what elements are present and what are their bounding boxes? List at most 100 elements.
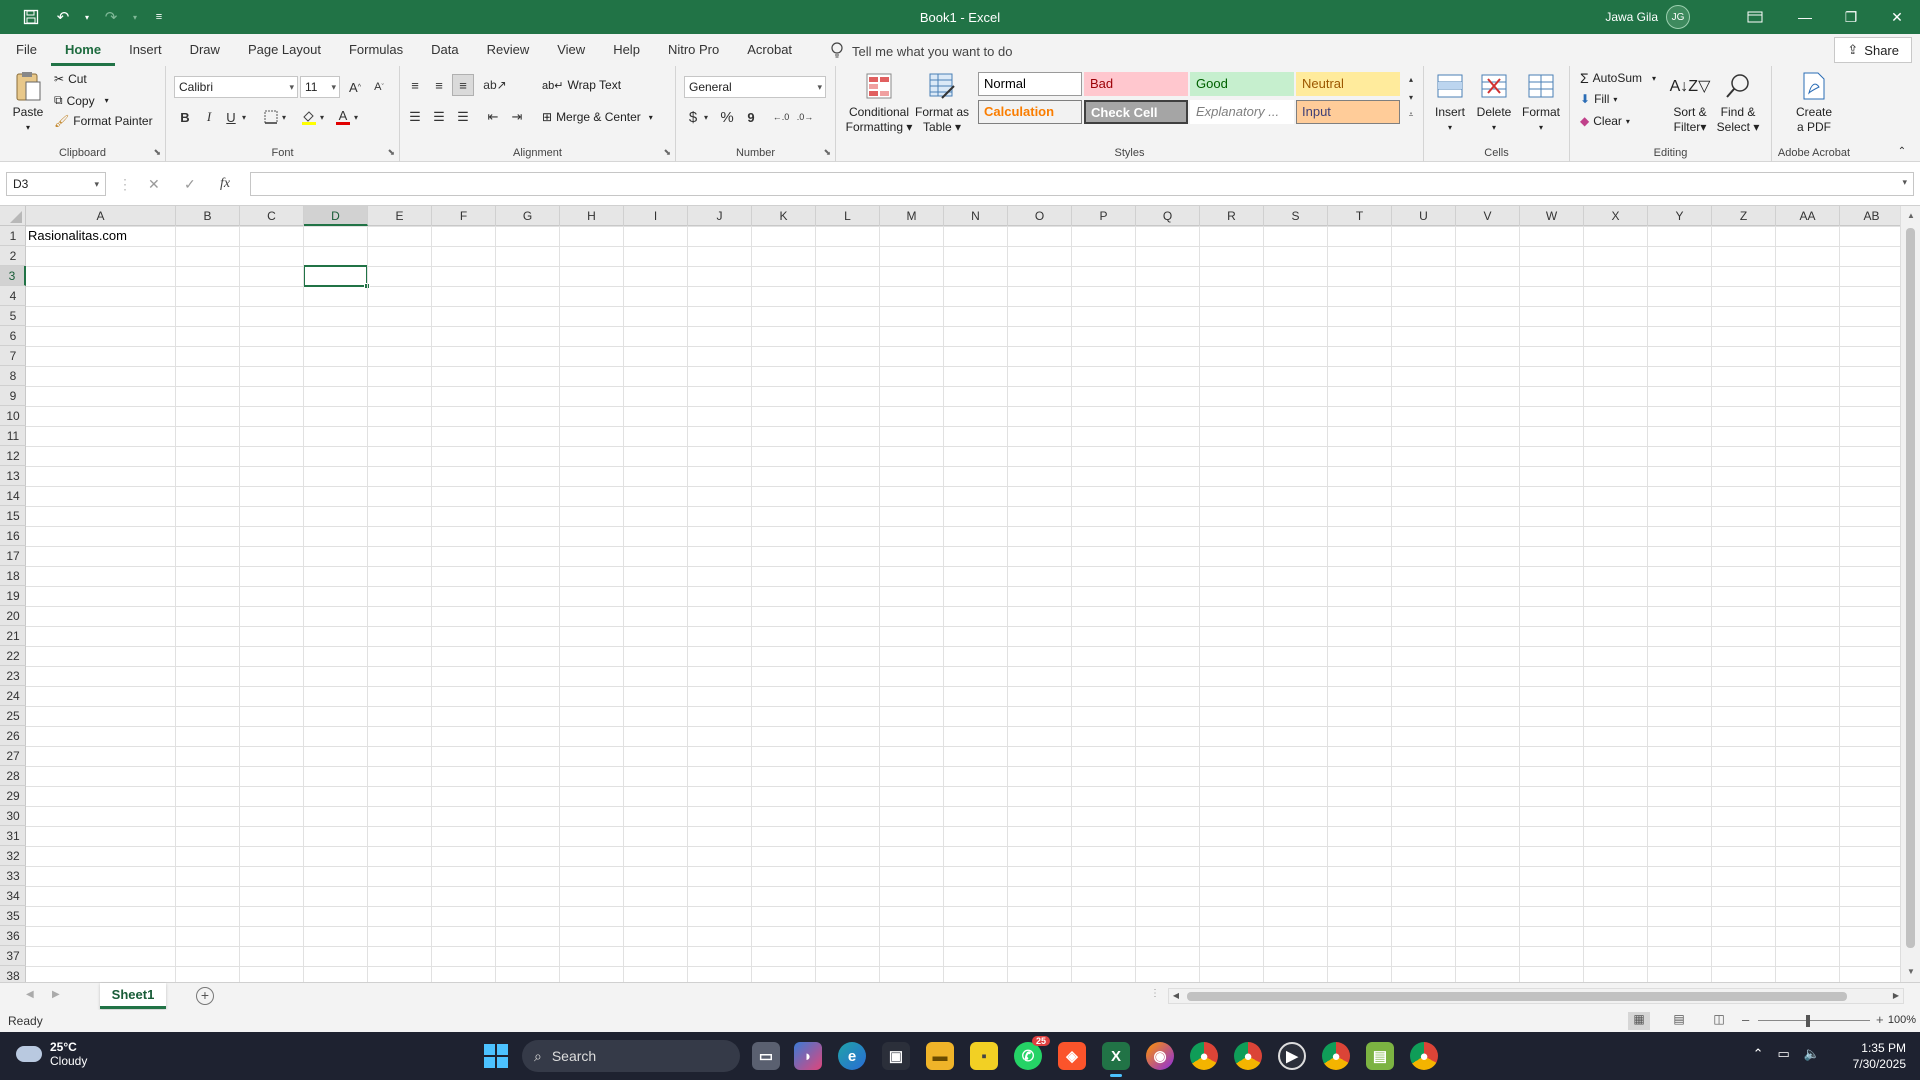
row-header-29[interactable]: 29 [0,786,26,806]
paste-button[interactable]: Paste ▾ [8,70,48,135]
row-header-20[interactable]: 20 [0,606,26,626]
row-header-28[interactable]: 28 [0,766,26,786]
row-header-16[interactable]: 16 [0,526,26,546]
column-header-c[interactable]: C [240,206,304,226]
store-icon[interactable]: ▣ [882,1042,910,1070]
row-header-37[interactable]: 37 [0,946,26,966]
column-header-m[interactable]: M [880,206,944,226]
row-header-32[interactable]: 32 [0,846,26,866]
bold-button[interactable]: B [174,106,196,128]
row-header-12[interactable]: 12 [0,446,26,466]
row-header-30[interactable]: 30 [0,806,26,826]
row-header-34[interactable]: 34 [0,886,26,906]
increase-font-size-icon[interactable]: A ^ [344,76,366,98]
page-break-view-icon[interactable]: ◫ [1708,1012,1730,1030]
cells-area[interactable]: Rasionalitas.com [26,226,1904,982]
edge-icon[interactable]: e [838,1042,866,1070]
style-good[interactable]: Good [1190,72,1294,96]
column-header-r[interactable]: R [1200,206,1264,226]
enter-entry-icon[interactable]: ✓ [184,172,196,196]
column-header-i[interactable]: I [624,206,688,226]
select-all-corner[interactable] [0,206,26,226]
weather-widget[interactable]: 25°C Cloudy [16,1040,87,1068]
firefox-icon[interactable]: ◉ [1146,1042,1174,1070]
delete-cells-button[interactable]: Delete ▾ [1474,70,1514,135]
scroll-right-icon[interactable]: ▶ [1889,989,1903,1003]
tab-page-layout[interactable]: Page Layout [234,36,335,66]
row-header-2[interactable]: 2 [0,246,26,266]
sheet-next-icon[interactable]: ▶ [52,989,60,1000]
row-header-17[interactable]: 17 [0,546,26,566]
fill-button[interactable]: ⬇ Fill ▾ [1580,92,1617,106]
tab-review[interactable]: Review [473,36,544,66]
vertical-scroll-thumb[interactable] [1906,228,1915,948]
orientation-icon[interactable]: ab↗ [483,74,506,96]
column-header-g[interactable]: G [496,206,560,226]
row-header-6[interactable]: 6 [0,326,26,346]
scroll-left-icon[interactable]: ◀ [1169,989,1183,1003]
close-icon[interactable]: ✕ [1874,0,1920,34]
column-header-ab[interactable]: AB [1840,206,1904,226]
chrome-profile-3-icon[interactable]: ● [1322,1042,1350,1070]
column-header-p[interactable]: P [1072,206,1136,226]
top-align-icon[interactable]: ≡ [404,74,426,96]
tab-help[interactable]: Help [599,36,654,66]
chrome-icon[interactable]: ● [1190,1042,1218,1070]
decrease-font-size-icon[interactable]: Aˇ [368,76,390,98]
taskbar-search[interactable]: ⌕ Search [522,1040,740,1072]
horizontal-scroll-thumb[interactable] [1187,992,1847,1001]
column-header-w[interactable]: W [1520,206,1584,226]
save-icon[interactable] [18,4,44,30]
paste-dropdown-icon[interactable]: ▾ [26,120,30,135]
add-sheet-icon[interactable]: + [196,987,214,1005]
clear-button[interactable]: ◆ Clear ▾ [1580,114,1630,128]
row-header-22[interactable]: 22 [0,646,26,666]
find-select-button[interactable]: Find & Select ▾ [1714,70,1762,135]
column-header-x[interactable]: X [1584,206,1648,226]
autosum-button[interactable]: Σ AutoSum ▾ [1580,70,1656,86]
row-header-9[interactable]: 9 [0,386,26,406]
zoom-slider[interactable] [1758,1020,1870,1021]
bottom-align-icon[interactable]: ≡ [452,74,474,96]
restore-icon[interactable]: ❐ [1828,0,1874,34]
percent-button[interactable]: % [716,106,738,128]
styles-scroll-down-icon[interactable]: ▾ [1404,88,1418,106]
row-header-4[interactable]: 4 [0,286,26,306]
sort-filter-button[interactable]: A↓Z▽ Sort & Filter▾ [1668,70,1712,135]
format-cells-button[interactable]: Format ▾ [1518,70,1564,135]
tab-draw[interactable]: Draw [176,36,234,66]
row-header-15[interactable]: 15 [0,506,26,526]
tab-insert[interactable]: Insert [115,36,176,66]
row-header-33[interactable]: 33 [0,866,26,886]
column-header-y[interactable]: Y [1648,206,1712,226]
copilot-icon[interactable]: ◗ [794,1042,822,1070]
style-bad[interactable]: Bad [1084,72,1188,96]
row-header-7[interactable]: 7 [0,346,26,366]
row-header-18[interactable]: 18 [0,566,26,586]
alignment-launcher-icon[interactable]: ⬊ [663,147,671,158]
expand-formula-bar-icon[interactable]: ▾ [1902,177,1907,188]
clock[interactable]: 1:35 PM 7/30/2025 [1853,1040,1906,1072]
row-header-11[interactable]: 11 [0,426,26,446]
comma-style-button[interactable]: 9 [740,106,762,128]
middle-align-icon[interactable]: ≡ [428,74,450,96]
style-explanatory[interactable]: Explanatory ... [1190,100,1294,124]
formula-bar-splitter-icon[interactable]: ⋮ [118,172,132,196]
zoom-out-icon[interactable]: – [1742,1012,1749,1027]
scroll-up-icon[interactable]: ▲ [1901,208,1920,224]
zoom-slider-thumb[interactable] [1806,1015,1810,1027]
chrome-profile-2-icon[interactable]: ● [1234,1042,1262,1070]
redo-icon[interactable]: ↷ [98,4,124,30]
column-header-q[interactable]: Q [1136,206,1200,226]
font-launcher-icon[interactable]: ⬊ [387,147,395,158]
column-header-j[interactable]: J [688,206,752,226]
sheet-prev-icon[interactable]: ◀ [26,989,34,1000]
cut-button[interactable]: ✂ Cut [54,72,87,86]
clipboard-launcher-icon[interactable]: ⬊ [153,147,161,158]
minimize-icon[interactable]: — [1782,0,1828,34]
column-header-e[interactable]: E [368,206,432,226]
merge-dropdown-icon[interactable]: ▾ [649,113,653,122]
avatar[interactable]: JG [1666,5,1690,29]
chevron-up-icon[interactable]: ⌃ [1753,1046,1764,1062]
horizontal-scrollbar[interactable]: ◀ ▶ [1168,988,1904,1004]
